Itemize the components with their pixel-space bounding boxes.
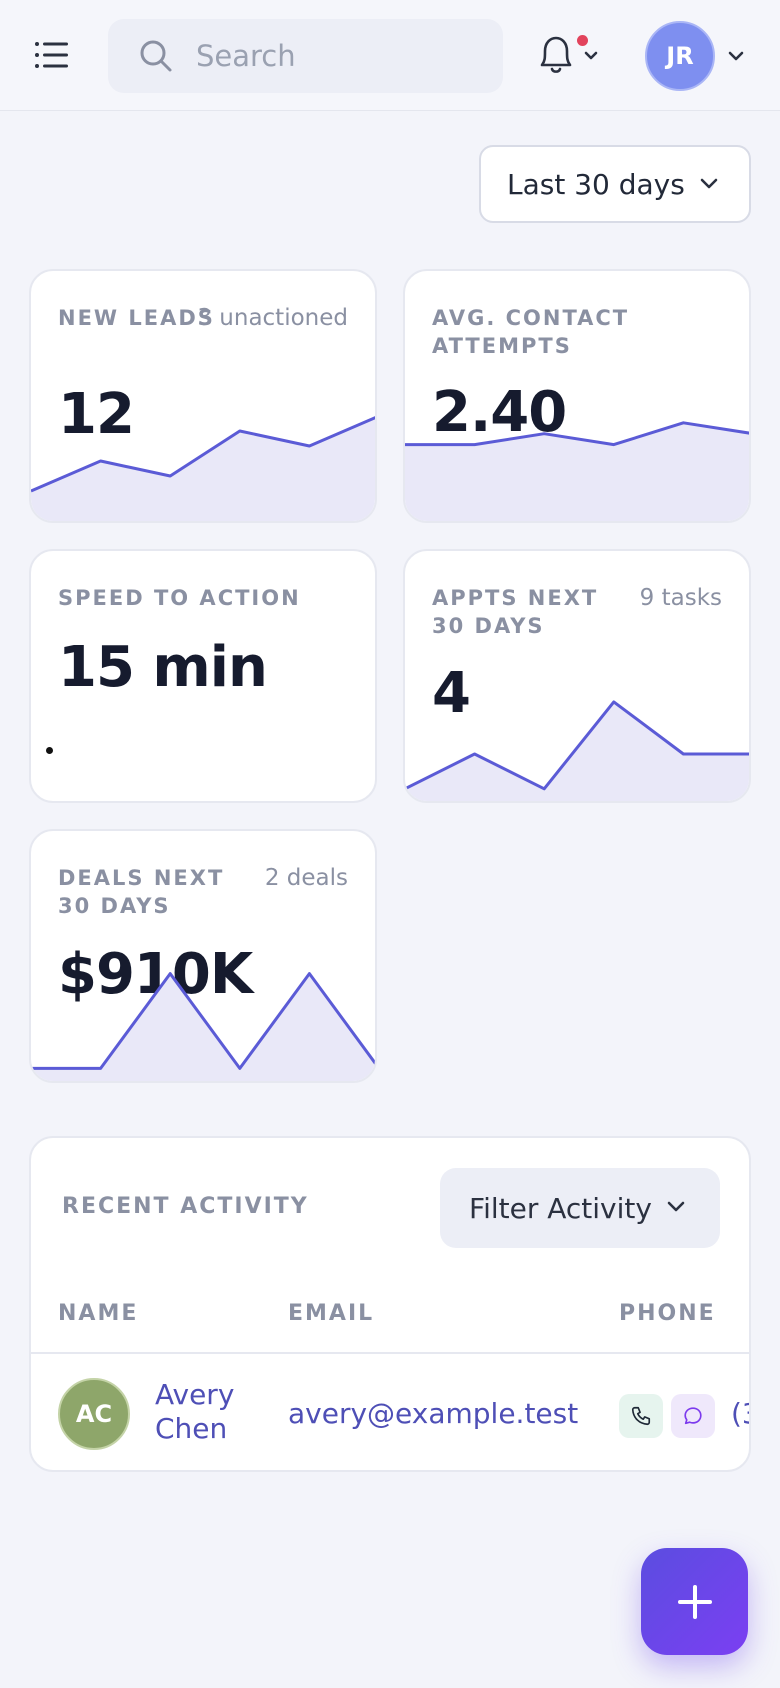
metric-card-appts[interactable]: Appts Next 30 Days 9 tasks 4 bbox=[403, 549, 751, 803]
add-button[interactable] bbox=[641, 1548, 748, 1655]
date-range-select[interactable]: Last 30 days bbox=[479, 145, 751, 223]
metric-meta: 3 unactioned bbox=[197, 305, 348, 331]
filter-activity-button[interactable]: Filter Activity bbox=[440, 1168, 720, 1248]
notification-dot bbox=[577, 35, 588, 46]
metric-label: Speed to Action bbox=[58, 586, 301, 610]
user-avatar[interactable]: JR bbox=[645, 21, 715, 91]
filter-activity-label: Filter Activity bbox=[469, 1191, 652, 1225]
metric-card-new-leads[interactable]: New Leads 3 unactioned 12 bbox=[29, 269, 377, 523]
sparkline-empty-dot bbox=[46, 747, 53, 754]
panel-title: RECENT ACTIVITY bbox=[62, 1194, 309, 1219]
metric-meta: 9 tasks bbox=[639, 585, 722, 611]
metric-label: Appts Next 30 Days bbox=[432, 586, 599, 638]
chevron-down-icon bbox=[700, 178, 718, 189]
recent-activity-panel: RECENT ACTIVITY Filter Activity NAME EMA… bbox=[29, 1136, 751, 1472]
bell-icon bbox=[540, 36, 572, 67]
notifications-button[interactable] bbox=[536, 34, 606, 78]
metric-card-speed-to-action[interactable]: Speed to Action 15 min bbox=[29, 549, 377, 803]
metric-card-avg-contact-attempts[interactable]: Avg. Contact Attempts 2.40 bbox=[403, 269, 751, 523]
metric-card-deals[interactable]: Deals Next 30 Days 2 deals $910K bbox=[29, 829, 377, 1083]
column-header-email[interactable]: EMAIL bbox=[288, 1301, 374, 1326]
column-header-name[interactable]: NAME bbox=[58, 1301, 138, 1326]
chevron-down-icon[interactable] bbox=[726, 46, 746, 66]
call-button[interactable] bbox=[619, 1394, 663, 1438]
date-range-value: Last 30 days bbox=[507, 167, 685, 201]
contact-email-link[interactable]: avery@example.test bbox=[288, 1397, 578, 1430]
metric-value: 15 min bbox=[58, 635, 268, 700]
metric-label: Deals Next 30 Days bbox=[58, 866, 225, 918]
phone-icon bbox=[631, 1406, 651, 1426]
sparkline-avg-contact bbox=[405, 421, 749, 521]
chevron-down-icon bbox=[584, 51, 598, 60]
contact-phone-link[interactable]: (3 bbox=[731, 1397, 749, 1430]
sparkline-deals bbox=[31, 972, 375, 1081]
sparkline-area bbox=[31, 973, 375, 1081]
divider bbox=[31, 1352, 749, 1354]
column-header-phone[interactable]: PHONE bbox=[619, 1301, 716, 1326]
menu-icon[interactable] bbox=[34, 40, 70, 70]
search-icon bbox=[140, 40, 172, 72]
metric-label: Avg. Contact Attempts bbox=[432, 306, 630, 358]
chevron-down-icon bbox=[667, 1201, 685, 1212]
sparkline-area bbox=[405, 701, 749, 801]
search-input[interactable] bbox=[196, 19, 486, 93]
chat-bubble-icon bbox=[684, 1407, 702, 1425]
metric-meta: 2 deals bbox=[264, 865, 348, 891]
sparkline-new-leads bbox=[31, 416, 375, 521]
top-bar: JR bbox=[0, 0, 780, 111]
contact-name-link[interactable]: Avery Chen bbox=[155, 1378, 265, 1446]
sparkline-appts bbox=[405, 700, 749, 801]
search-box bbox=[108, 19, 503, 93]
message-button[interactable] bbox=[671, 1394, 715, 1438]
plus-icon bbox=[677, 1584, 712, 1619]
contact-avatar: AC bbox=[58, 1378, 130, 1450]
